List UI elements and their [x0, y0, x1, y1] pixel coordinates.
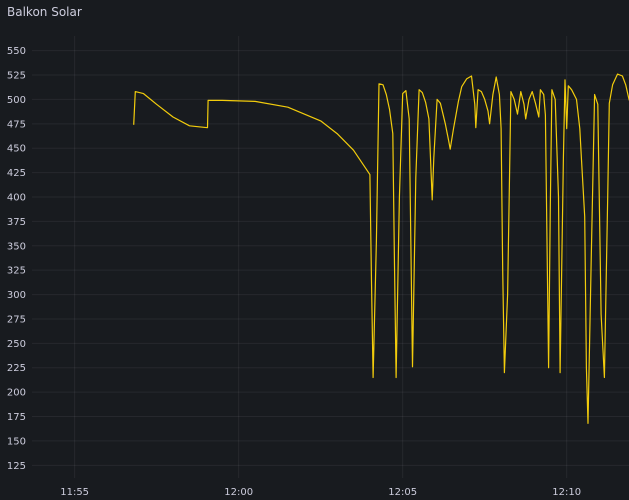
- x-tick-label: 11:55: [60, 487, 89, 498]
- y-tick-label: 475: [7, 119, 26, 130]
- series-line: [133, 73, 629, 424]
- y-tick-label: 175: [7, 412, 26, 423]
- y-tick-label: 125: [7, 461, 26, 472]
- y-tick-label: 375: [7, 217, 26, 228]
- y-tick-label: 550: [7, 46, 26, 57]
- y-tick-label: 225: [7, 363, 26, 374]
- line-chart: 125 150 175 200 225 250 275 300 325 350 375 400 425 4…: [7, 36, 629, 498]
- y-tick-label: 525: [7, 71, 26, 82]
- y-tick-label: 250: [7, 339, 26, 350]
- y-tick-label: 500: [7, 95, 26, 106]
- y-tick-label: 450: [7, 144, 26, 155]
- y-tick-label: 400: [7, 192, 26, 203]
- chart-panel: Balkon Solar 125 150 175 200 225 250 275 300 325…: [0, 0, 629, 500]
- y-tick-label: 425: [7, 168, 26, 179]
- y-tick-label: 200: [7, 388, 26, 399]
- y-tick-label: 300: [7, 290, 26, 301]
- x-tick-label: 12:00: [224, 487, 253, 498]
- y-tick-label: 150: [7, 436, 26, 447]
- x-tick-label: 12:10: [552, 487, 581, 498]
- y-tick-label: 275: [7, 314, 26, 325]
- y-tick-label: 325: [7, 266, 26, 277]
- x-tick-label: 12:05: [388, 487, 417, 498]
- y-tick-label: 350: [7, 241, 26, 252]
